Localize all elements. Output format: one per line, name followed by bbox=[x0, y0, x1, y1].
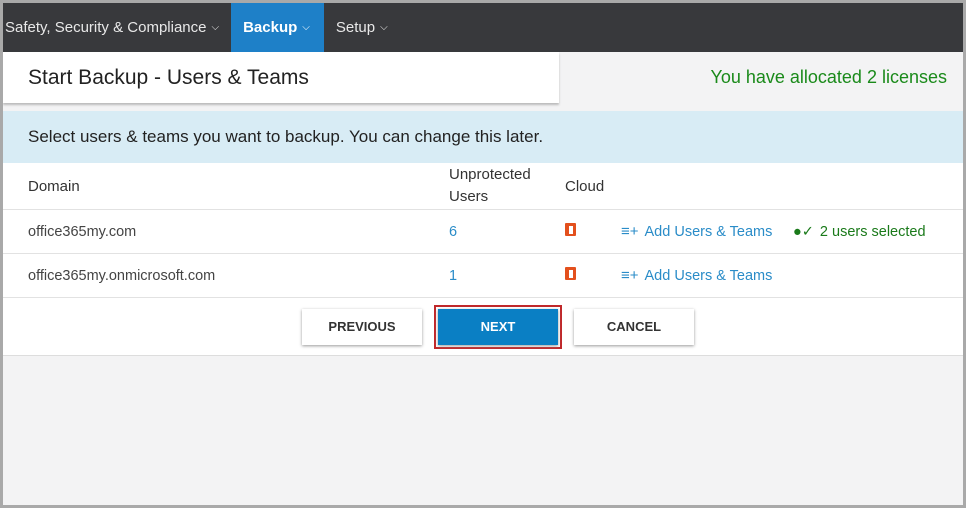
domain-name: office365my.com bbox=[28, 223, 137, 240]
previous-button[interactable]: PREVIOUS bbox=[302, 308, 422, 345]
office365-icon bbox=[565, 223, 576, 236]
next-button[interactable]: NEXT bbox=[438, 308, 558, 345]
domain-name: office365my.onmicrosoft.com bbox=[28, 267, 216, 284]
user-check-icon: ●✓ bbox=[793, 223, 814, 240]
users-selected[interactable]: ●✓ 2 users selected bbox=[793, 224, 926, 240]
chevron-down-icon: ⌵ bbox=[302, 22, 310, 33]
office365-icon bbox=[565, 267, 576, 280]
page-title: Start Backup - Users & Teams bbox=[3, 52, 559, 103]
nav-label: Backup bbox=[243, 19, 298, 36]
chevron-down-icon: ⌵ bbox=[380, 22, 388, 33]
nav-safety-security-compliance[interactable]: Safety, Security & Compliance ⌵ bbox=[3, 3, 231, 52]
add-users-teams-link[interactable]: ≡+ Add Users & Teams bbox=[621, 223, 793, 240]
domains-table: Domain Unprotected Users Cloud office365… bbox=[3, 163, 963, 298]
header-unprotected-users: Unprotected Users bbox=[449, 166, 531, 205]
instruction-banner: Select users & teams you want to backup.… bbox=[3, 111, 963, 163]
chevron-down-icon: ⌵ bbox=[211, 22, 220, 33]
nav-label: Safety, Security & Compliance bbox=[5, 19, 207, 36]
top-nav: Safety, Security & Compliance ⌵ Backup ⌵ S… bbox=[3, 3, 963, 52]
selected-label: 2 users selected bbox=[819, 223, 926, 240]
wizard-buttons: PREVIOUS NEXT CANCEL bbox=[3, 298, 963, 356]
unprotected-count-link[interactable]: 6 bbox=[449, 224, 565, 240]
add-users-teams-link[interactable]: ≡+ Add Users & Teams bbox=[621, 267, 793, 284]
playlist-add-icon: ≡+ bbox=[621, 267, 639, 284]
app-window: Safety, Security & Compliance ⌵ Backup ⌵ S… bbox=[3, 3, 963, 505]
nav-label: Setup bbox=[335, 19, 376, 36]
cancel-button[interactable]: CANCEL bbox=[574, 308, 694, 345]
add-label: Add Users & Teams bbox=[644, 223, 773, 240]
table-row: office365my.com 6 ≡+ Add Users & Teams ●✓… bbox=[3, 210, 963, 254]
table-header: Domain Unprotected Users Cloud bbox=[3, 163, 963, 210]
table-row: office365my.onmicrosoft.com 1 ≡+ Add User… bbox=[3, 254, 963, 298]
playlist-add-icon: ≡+ bbox=[621, 223, 639, 240]
add-label: Add Users & Teams bbox=[644, 267, 773, 284]
nav-backup[interactable]: Backup ⌵ bbox=[231, 3, 324, 52]
license-status: You have allocated 2 licenses bbox=[710, 67, 947, 87]
header-domain: Domain bbox=[28, 177, 80, 195]
header-cloud: Cloud bbox=[565, 177, 605, 195]
unprotected-count-link[interactable]: 1 bbox=[449, 268, 565, 284]
nav-setup[interactable]: Setup ⌵ bbox=[324, 3, 400, 52]
